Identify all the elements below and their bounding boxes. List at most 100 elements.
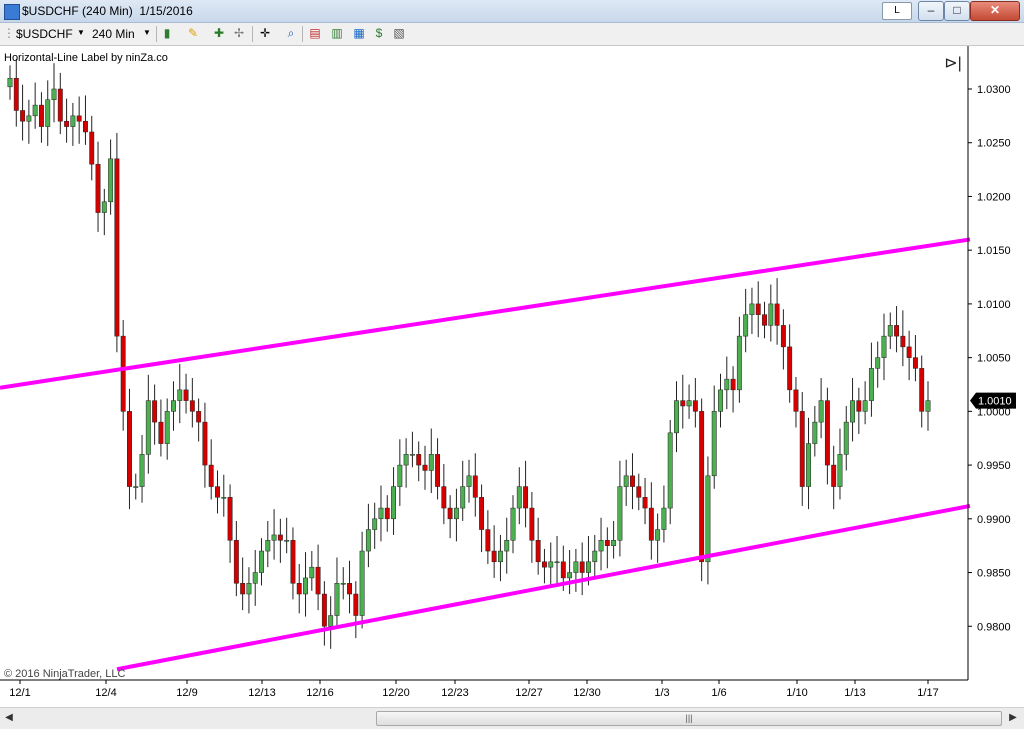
candle-body [309, 566, 315, 579]
candle-body [347, 583, 352, 595]
x-tick-label: 1/3 [654, 687, 669, 699]
candle-body [900, 335, 906, 348]
zoom-icon[interactable]: ⌕ [284, 26, 298, 40]
candle-body [378, 507, 384, 520]
app-icon [4, 4, 20, 20]
minimize-button[interactable]: – [918, 1, 944, 21]
x-tick-label: 1/13 [844, 687, 865, 699]
candle-body [447, 507, 453, 520]
chevron-down-icon[interactable]: ▼ [74, 26, 88, 40]
candle-body [114, 158, 120, 337]
candle-body [573, 561, 579, 573]
candle-body [416, 454, 422, 466]
scroll-left-icon[interactable]: ◀ [2, 711, 16, 725]
candle-body [365, 529, 371, 552]
properties-icon[interactable]: ▧ [392, 26, 406, 40]
scrollbar-thumb[interactable]: ||| [376, 711, 1002, 726]
crosshair-icon[interactable]: ✛ [258, 26, 272, 40]
grip-icon: ⋮ [3, 26, 15, 40]
candle-body [466, 475, 472, 487]
skip-to-end-icon[interactable]: ⊳| [942, 55, 964, 73]
candle-body [906, 346, 912, 358]
add-drawing-icon[interactable]: ✚ [212, 26, 226, 40]
candle-body [868, 368, 874, 401]
x-tick-label: 12/27 [515, 687, 543, 699]
candle-body [894, 325, 900, 337]
candle-body [648, 507, 654, 541]
candle-body [460, 486, 466, 509]
candle-body [271, 534, 277, 541]
candle-body [630, 475, 635, 487]
candle-body [171, 400, 176, 412]
candle-body [372, 518, 378, 530]
candle-body [692, 400, 698, 412]
candle-body [321, 593, 327, 627]
candle-body [296, 583, 302, 595]
candle-body [736, 335, 742, 391]
candle-body [491, 550, 497, 563]
candle-body [403, 454, 409, 466]
candle-body [774, 303, 780, 326]
candle-body [535, 540, 541, 563]
pencil-icon[interactable]: ✎ [186, 26, 200, 40]
candle-body [215, 486, 220, 498]
data-box-icon[interactable]: ▤ [308, 26, 322, 40]
candle-body [762, 314, 767, 326]
candle-body [497, 550, 503, 563]
candle-body [252, 572, 258, 584]
candle-body [925, 400, 931, 412]
close-button[interactable]: ✕ [970, 1, 1020, 21]
maximize-button[interactable]: □ [944, 1, 970, 21]
candle-body [277, 534, 283, 541]
price-chart[interactable]: 1.0300 1.0250 1.0200 1.0150 1.0100 1.0050 1.00… [0, 46, 1024, 706]
copyright-notice: © 2016 NinjaTrader, LLC [4, 668, 126, 680]
instrument-selector[interactable]: $USDCHF [16, 27, 73, 41]
indicators-icon[interactable]: $ [372, 26, 386, 40]
candle-body [636, 486, 642, 498]
candle-body [875, 357, 881, 369]
y-tick-label: 0.9900 [977, 514, 1011, 526]
chevron-down-icon[interactable]: ▼ [140, 26, 154, 40]
x-tick-label: 12/9 [176, 687, 197, 699]
candle-body [818, 400, 824, 423]
interval-selector[interactable]: 240 Min [92, 27, 135, 41]
candle-body [101, 201, 107, 213]
upper-channel-line[interactable] [0, 237, 971, 390]
strategy-icon[interactable]: ▦ [352, 26, 366, 40]
horizontal-scrollbar[interactable]: ◀ ||| ▶ [0, 707, 1024, 729]
candle-body [38, 104, 44, 127]
link-button[interactable]: L [882, 2, 912, 20]
candle-body [856, 400, 862, 412]
candle-body [196, 411, 202, 423]
candle-body [887, 325, 893, 337]
toolbar-divider [156, 26, 157, 42]
candle-body [83, 120, 88, 133]
candle-body [862, 400, 868, 412]
candle-body [152, 400, 158, 423]
candle-body [453, 507, 459, 520]
candle-body [567, 572, 573, 579]
y-tick-label: 0.9800 [977, 621, 1011, 633]
candle-body [265, 540, 271, 552]
candle-body [108, 158, 114, 203]
candle-body [57, 88, 63, 122]
candle-body [661, 507, 667, 530]
candle-body [183, 389, 189, 401]
candle-body [32, 104, 38, 117]
candle-body [516, 486, 522, 509]
pin-icon[interactable]: ✢ [232, 26, 246, 40]
y-tick-label: 1.0100 [977, 299, 1011, 311]
candle-body [718, 389, 723, 412]
x-tick-label: 1/10 [786, 687, 807, 699]
candle-body [705, 475, 711, 563]
candle-body [529, 507, 535, 541]
candle-body [912, 357, 918, 369]
x-tick-label: 12/30 [573, 687, 601, 699]
candle-body [579, 561, 585, 573]
chart-properties-icon[interactable]: ▥ [330, 26, 344, 40]
candlestick-icon[interactable]: ▮ [160, 26, 174, 40]
candle-body [221, 497, 227, 499]
scroll-right-icon[interactable]: ▶ [1006, 711, 1020, 725]
candle-body [340, 583, 346, 585]
candle-body [70, 115, 76, 127]
